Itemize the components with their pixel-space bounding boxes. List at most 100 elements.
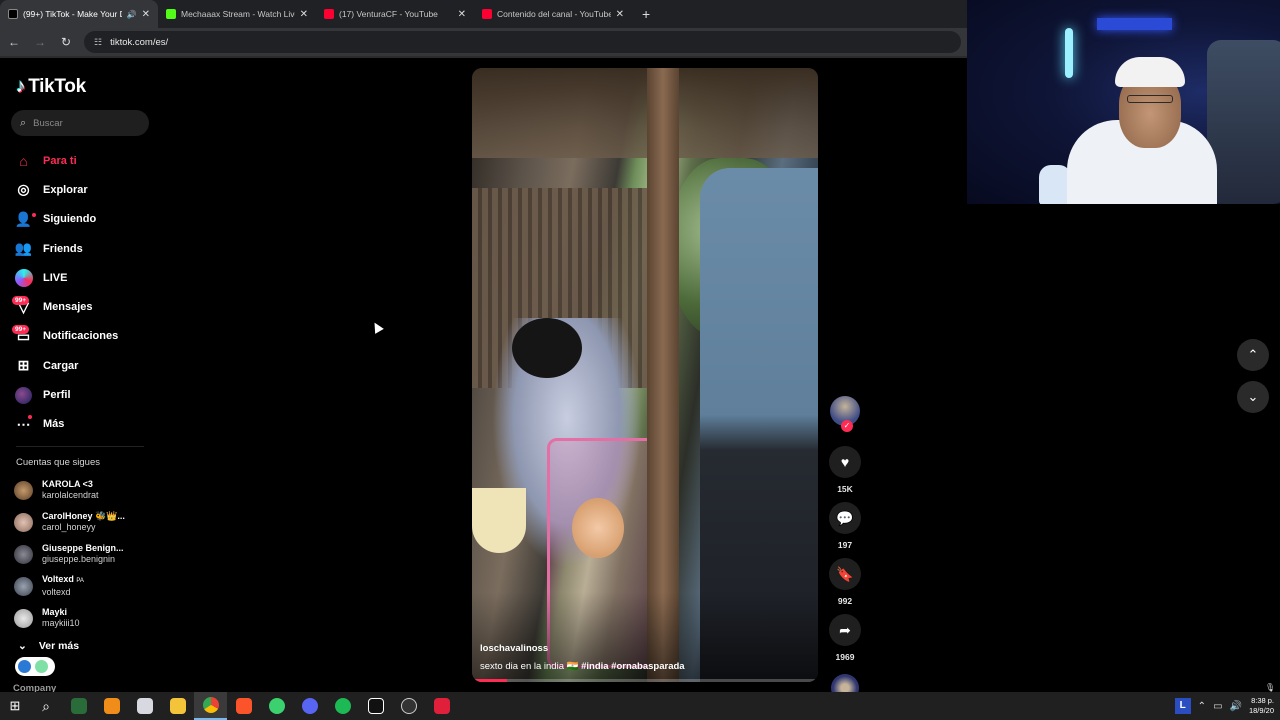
tab-youtube-studio[interactable]: Contenido del canal - YouTube ✕	[474, 0, 632, 28]
extension-toggle[interactable]	[15, 657, 55, 676]
taskbar-app-chrome[interactable]	[194, 692, 227, 720]
taskbar-app-obs[interactable]	[392, 692, 425, 720]
extension-icon	[18, 660, 31, 673]
extension-icon	[35, 660, 48, 673]
close-tab-icon[interactable]: ✕	[458, 9, 466, 20]
sidebar-item-notificaciones[interactable]: ▭ 99+ Notificaciones	[12, 322, 154, 351]
taskbar-app-discord[interactable]	[293, 692, 326, 720]
notifications-badge: 99+	[12, 324, 30, 334]
following-item[interactable]: CarolHoney 🐝👑... carol_honeyy	[14, 506, 154, 538]
following-item[interactable]: Giuseppe Benign... giuseppe.benignin	[14, 538, 154, 570]
sidebar-item-perfil[interactable]: Perfil	[14, 380, 154, 409]
taskbar-app-vlc[interactable]	[95, 692, 128, 720]
video-hashtags[interactable]: #india #ornabasparada	[581, 661, 684, 672]
tiktok-logo[interactable]: ♪ TikTok	[16, 76, 86, 98]
site-info-icon[interactable]: ☷	[94, 37, 102, 48]
new-tab-button[interactable]: +	[632, 0, 660, 28]
close-tab-icon[interactable]: ✕	[142, 9, 150, 20]
close-tab-icon[interactable]: ✕	[300, 9, 308, 20]
tab-kick[interactable]: Mechaaax Stream - Watch Live ✕	[158, 0, 316, 28]
close-tab-icon[interactable]: ✕	[616, 9, 624, 20]
see-more-label: Ver más	[38, 640, 80, 652]
screen: (99+) TikTok - Make Your Day 🔊 ✕ Mechaaa…	[0, 0, 1280, 720]
taskbar-app-capcut[interactable]	[359, 692, 392, 720]
taskbar-app-brave[interactable]	[227, 692, 260, 720]
network-icon[interactable]: ▭	[1213, 701, 1222, 712]
following-section-title: Cuentas que sigues	[16, 457, 100, 468]
following-item[interactable]: Voltexd PA voltexd	[14, 570, 154, 602]
like-count: 15K	[837, 484, 853, 494]
search-input[interactable]	[33, 117, 134, 129]
taskbar-app-explorer[interactable]	[161, 692, 194, 720]
sidebar-item-label: Para ti	[43, 154, 77, 167]
author-avatar[interactable]: ✓	[830, 396, 860, 432]
taskbar-search-icon[interactable]: ⌕	[30, 698, 62, 715]
taskbar-app-green[interactable]	[260, 692, 293, 720]
like-button[interactable]: ♥	[829, 446, 861, 478]
account-name: Giuseppe Benign...	[42, 542, 124, 553]
follow-plus-icon[interactable]: ✓	[841, 420, 853, 432]
video-scene-post	[647, 68, 679, 682]
video-description-text: sexto dia en la india 🇮🇳	[480, 661, 579, 672]
video-progress-bar[interactable]	[472, 679, 818, 682]
avatar	[14, 576, 33, 596]
discord-icon	[301, 698, 318, 714]
taskbar-app-terminal[interactable]	[62, 692, 95, 720]
following-item[interactable]: Mayki maykiii10	[14, 602, 154, 634]
taskbar-app-spotify[interactable]	[326, 692, 359, 720]
video-actions: ✓ ♥ 15K 💬 197 🔖 992 ➦ 1969	[828, 396, 862, 702]
sidebar-item-para-ti[interactable]: ⌂ Para ti	[14, 146, 154, 175]
account-username: karolalcendrat	[42, 490, 99, 500]
more-icon: ⋯	[16, 414, 32, 432]
taskbar-app-red[interactable]	[425, 692, 458, 720]
taskbar-clock[interactable]: 8:38 p. 18/9/20	[1249, 696, 1274, 716]
previous-video-button[interactable]: ⌃	[1237, 339, 1269, 371]
sidebar-item-label: Mensajes	[43, 301, 93, 314]
sidebar-item-mas[interactable]: ⋯ Más	[14, 410, 154, 439]
search-box[interactable]: ⌕	[11, 110, 149, 136]
comment-button[interactable]: 💬	[829, 502, 861, 534]
chevron-up-icon[interactable]: ⌃	[1198, 701, 1206, 712]
tab-youtube[interactable]: (17) VenturaCF - YouTube ✕	[316, 0, 474, 28]
reload-icon[interactable]: ↻	[58, 35, 74, 49]
see-more-button[interactable]: ⌄ Ver más	[18, 640, 79, 652]
following-item[interactable]: KAROLA <3 karolalcendrat	[14, 474, 154, 506]
notification-dot	[32, 212, 36, 217]
video-scene-roof	[472, 68, 818, 158]
sidebar-item-mensajes[interactable]: ▽ 99+ Mensajes	[12, 292, 154, 321]
next-video-button[interactable]: ⌄	[1237, 381, 1269, 413]
taskbar-app-notes[interactable]	[128, 692, 161, 720]
sidebar-item-siguiendo[interactable]: 👤 Siguiendo	[14, 205, 154, 234]
notification-dot	[28, 414, 32, 419]
share-button[interactable]: ➦	[829, 614, 861, 646]
forward-icon[interactable]: →	[32, 35, 48, 49]
sidebar-item-explorar[interactable]: ◎ Explorar	[14, 175, 154, 204]
save-count: 992	[837, 596, 853, 606]
save-button[interactable]: 🔖	[829, 558, 861, 590]
avatar	[14, 544, 33, 564]
messages-icon: ▽ 99+	[12, 295, 33, 317]
account-name: KAROLA <3	[42, 478, 93, 489]
windows-start-icon[interactable]: ⊞	[0, 698, 30, 714]
tab-tiktok[interactable]: (99+) TikTok - Make Your Day 🔊 ✕	[0, 0, 158, 28]
volume-icon[interactable]: 🔊	[1230, 701, 1242, 712]
tiktok-icon	[8, 9, 18, 19]
sidebar-item-label: Siguiendo	[43, 213, 97, 226]
windows-taskbar: ⊞ ⌕ L ⌃ ▭ 🔊 8:38 p. 18/9/20	[0, 692, 1280, 720]
webcam-overlay	[967, 0, 1280, 204]
back-icon[interactable]: ←	[6, 35, 22, 49]
sidebar-item-cargar[interactable]: ⊞ Cargar	[14, 351, 154, 380]
webcam-chair	[1207, 40, 1280, 204]
sidebar-item-live[interactable]: LIVE	[14, 263, 154, 292]
divider	[0, 56, 967, 58]
speaker-icon[interactable]: 🔊	[127, 10, 137, 19]
video-author[interactable]: loschavalinoss	[480, 643, 548, 654]
video-player[interactable]: loschavalinoss sexto dia en la india 🇮🇳 …	[472, 68, 818, 682]
video-progress-fill	[472, 679, 507, 682]
green-app-icon	[268, 698, 285, 714]
webcam-shelf	[1097, 18, 1172, 30]
language-badge[interactable]: L	[1174, 698, 1191, 714]
url-field[interactable]: ☷ tiktok.com/es/	[84, 31, 961, 53]
avatar	[14, 480, 33, 500]
sidebar-item-friends[interactable]: 👥 Friends	[14, 234, 154, 263]
